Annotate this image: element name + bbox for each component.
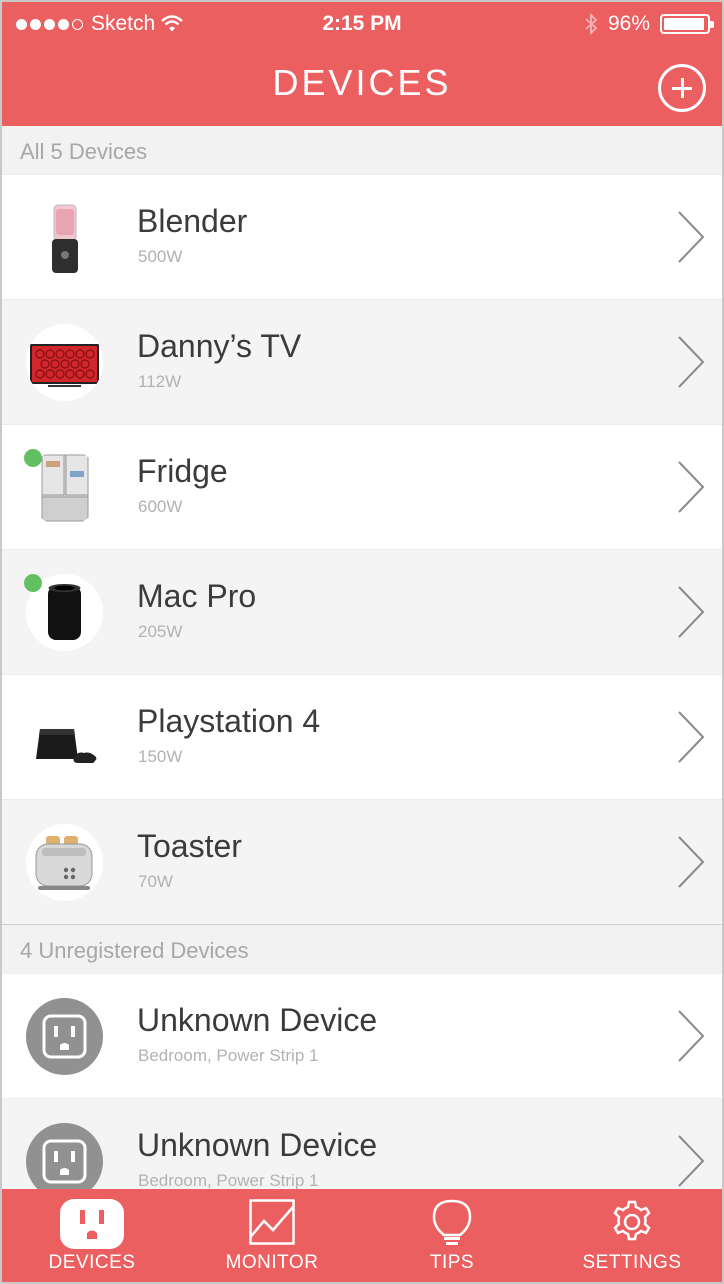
device-name: Blender — [137, 203, 248, 239]
chevron-right-icon — [678, 1010, 705, 1062]
outlet-icon — [60, 1199, 124, 1249]
tab-tips[interactable]: TIPS — [362, 1189, 542, 1282]
device-row-unknown[interactable]: Unknown Device Bedroom, Power Strip 1 — [2, 973, 722, 1098]
tab-label: TIPS — [429, 1252, 475, 1273]
status-bar: Sketch 2:15 PM 96% — [2, 2, 722, 46]
chevron-right-icon — [678, 336, 705, 388]
tab-devices[interactable]: DEVICES — [2, 1189, 182, 1282]
outlet-icon — [26, 998, 103, 1075]
header: Sketch 2:15 PM 96% DEVICES — [2, 2, 722, 126]
chevron-right-icon — [678, 211, 705, 263]
device-row-fridge[interactable]: Fridge 600W — [2, 424, 722, 549]
device-row-dannys-tv[interactable]: Danny’s TV 112W — [2, 299, 722, 424]
device-list: All 5 Devices Blender 500W Danny’s TV 11… — [2, 126, 722, 1223]
status-right: 96% — [584, 12, 714, 36]
device-name: Danny’s TV — [137, 328, 302, 364]
tab-label: DEVICES — [48, 1252, 136, 1273]
registered-section-header: All 5 Devices — [2, 126, 722, 174]
device-watts: 70W — [138, 872, 173, 891]
device-location: Bedroom, Power Strip 1 — [138, 1046, 319, 1065]
battery-percent: 96% — [607, 12, 650, 35]
battery-level — [664, 18, 705, 30]
chevron-right-icon — [678, 586, 705, 638]
tab-settings[interactable]: SETTINGS — [542, 1189, 722, 1282]
tab-label: SETTINGS — [582, 1252, 682, 1273]
tab-bar: DEVICES MONITOR TIPS SETTINGS — [2, 1189, 722, 1282]
gear-icon — [613, 1200, 651, 1241]
add-device-button[interactable] — [658, 64, 706, 112]
tab-monitor[interactable]: MONITOR — [182, 1189, 362, 1282]
online-indicator — [24, 574, 42, 592]
app-frame: Sketch 2:15 PM 96% DEVICES All 5 Devices… — [0, 0, 724, 1284]
lightbulb-icon — [432, 1199, 472, 1245]
device-name: Mac Pro — [137, 578, 257, 614]
chevron-right-icon — [678, 711, 705, 763]
bluetooth-icon — [585, 13, 598, 35]
tv-image — [26, 324, 103, 401]
device-row-playstation-4[interactable]: Playstation 4 150W — [2, 674, 722, 799]
device-name: Playstation 4 — [137, 703, 321, 739]
battery-icon — [660, 14, 714, 34]
device-name: Fridge — [137, 453, 228, 489]
tab-label: MONITOR — [225, 1252, 319, 1273]
device-watts: 500W — [138, 247, 183, 266]
device-watts: 600W — [138, 497, 183, 516]
device-row-toaster[interactable]: Toaster 70W — [2, 799, 722, 924]
device-row-blender[interactable]: Blender 500W — [2, 174, 722, 299]
blender-image — [26, 199, 103, 276]
playstation-image — [26, 699, 103, 776]
chevron-right-icon — [678, 1135, 705, 1187]
device-name: Unknown Device — [137, 1002, 378, 1038]
chart-icon — [249, 1199, 295, 1245]
device-location: Bedroom, Power Strip 1 — [138, 1171, 319, 1190]
chevron-right-icon — [678, 461, 705, 513]
toaster-image — [26, 824, 103, 901]
device-watts: 112W — [138, 372, 182, 391]
online-indicator — [24, 449, 42, 467]
device-watts: 150W — [138, 747, 183, 766]
device-row-mac-pro[interactable]: Mac Pro 205W — [2, 549, 722, 674]
device-name: Unknown Device — [137, 1127, 378, 1163]
device-watts: 205W — [138, 622, 183, 641]
device-name: Toaster — [137, 828, 242, 864]
chevron-right-icon — [678, 836, 705, 888]
unregistered-section-header: 4 Unregistered Devices — [2, 925, 722, 973]
page-title: DEVICES — [272, 62, 452, 103]
